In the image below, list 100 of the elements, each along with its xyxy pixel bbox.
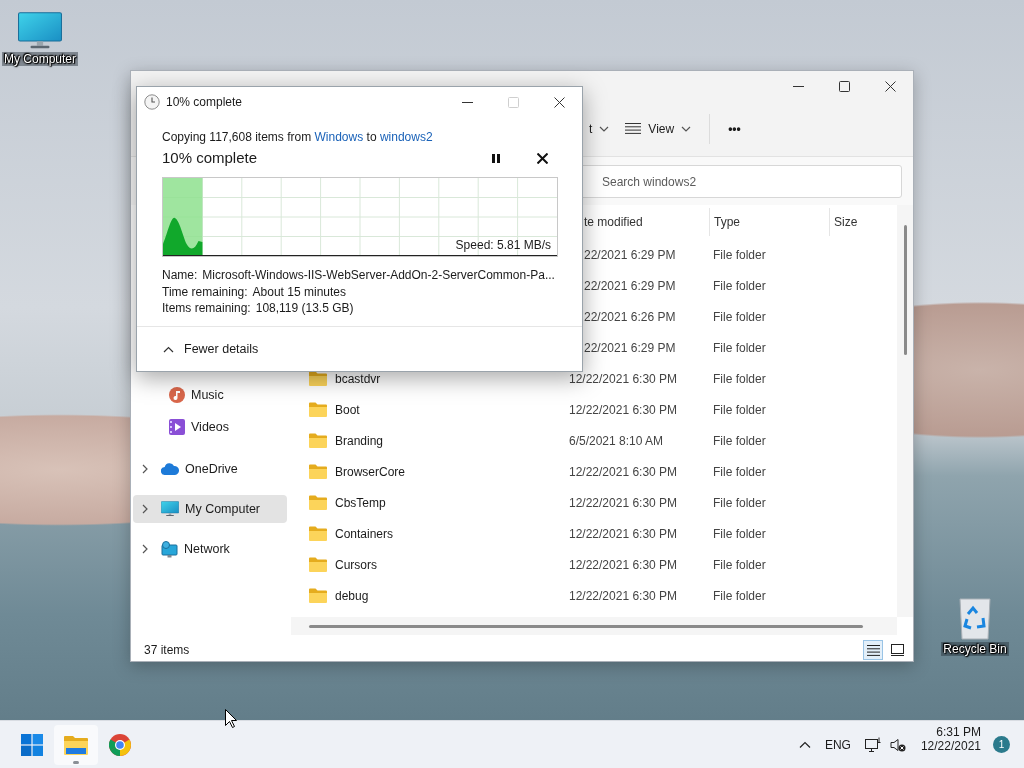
folder-icon xyxy=(309,495,327,510)
date-modified: 22/2021 6:26 PM xyxy=(583,309,677,324)
sidebar-item[interactable]: My Computer xyxy=(133,495,287,523)
file-type: File folder xyxy=(712,588,767,603)
file-type: File folder xyxy=(712,526,767,541)
monitor-icon xyxy=(18,12,62,50)
tile-icon xyxy=(890,644,904,656)
network-icon xyxy=(161,540,178,558)
date-modified: 12/22/2021 6:30 PM xyxy=(569,557,679,572)
desktop-icon-label[interactable]: Recycle Bin xyxy=(941,642,1009,656)
windows-logo-icon xyxy=(21,733,43,756)
date-modified: 12/22/2021 6:30 PM xyxy=(569,588,679,603)
sidebar-item[interactable]: OneDrive xyxy=(133,455,287,483)
language-indicator[interactable]: ENG xyxy=(817,724,858,765)
folder-icon xyxy=(309,464,327,479)
expand-chevron-icon[interactable] xyxy=(141,544,149,554)
detail-label: Items remaining: xyxy=(162,300,251,317)
clock-date: 12/22/2021 xyxy=(920,738,981,753)
folder-icon xyxy=(309,371,327,386)
source-folder-link[interactable]: Windows xyxy=(314,130,364,144)
pause-icon xyxy=(492,153,500,163)
date-modified: 22/2021 6:29 PM xyxy=(583,278,677,293)
date-modified: 12/22/2021 6:30 PM xyxy=(569,526,679,541)
folder-icon xyxy=(309,402,327,417)
date-modified: 22/2021 6:29 PM xyxy=(583,340,677,355)
date-modified: 12/22/2021 6:30 PM xyxy=(569,402,679,417)
caret-icon[interactable] xyxy=(599,124,610,133)
folder-icon xyxy=(309,588,327,603)
file-name: Cursors xyxy=(335,557,377,572)
desktop-icon-label[interactable]: My Computer xyxy=(2,52,78,66)
close-icon xyxy=(884,80,896,92)
folder-icon xyxy=(309,433,327,448)
lines-icon xyxy=(866,644,880,656)
expand-chevron-icon[interactable] xyxy=(141,504,149,514)
file-name: Containers xyxy=(335,526,394,541)
date-modified: 22/2021 6:29 PM xyxy=(583,247,677,262)
clock[interactable]: 6:31 PM 12/22/2021 xyxy=(912,724,989,765)
sidebar-item[interactable]: Music xyxy=(133,379,287,411)
music-icon xyxy=(169,387,185,403)
maximize-icon xyxy=(838,80,850,92)
speed-sparkline xyxy=(163,217,203,255)
more-options-button[interactable]: ••• xyxy=(720,112,749,145)
expand-chevron-icon[interactable] xyxy=(141,464,149,474)
file-name: Boot xyxy=(335,402,360,417)
caret-up-icon xyxy=(163,345,174,353)
file-name: debug xyxy=(335,588,369,603)
date-modified: 12/22/2021 6:30 PM xyxy=(569,464,679,479)
file-type: File folder xyxy=(712,340,767,355)
clock-time: 6:31 PM xyxy=(936,724,981,739)
file-type: File folder xyxy=(712,557,767,572)
folder-icon xyxy=(64,734,88,755)
fewer-details-button[interactable]: Fewer details xyxy=(163,342,259,356)
file-name: bcastdvr xyxy=(335,371,381,386)
column-header[interactable]: Type xyxy=(709,208,829,236)
detail-value: About 15 minutes xyxy=(252,283,346,300)
file-name: Branding xyxy=(335,433,384,448)
monitor-icon xyxy=(161,501,179,517)
file-type: File folder xyxy=(712,433,767,448)
minimize-icon xyxy=(461,101,473,103)
details-view-button[interactable] xyxy=(863,640,883,660)
date-modified: 12/22/2021 6:30 PM xyxy=(569,371,679,386)
file-type: File folder xyxy=(712,309,767,324)
file-type: File folder xyxy=(712,464,767,479)
minimize-icon xyxy=(792,85,804,87)
dialog-title: 10% complete xyxy=(166,95,243,109)
maximize-icon xyxy=(507,96,519,108)
chevron-up-icon xyxy=(798,741,811,748)
detail-label: Time remaining: xyxy=(162,283,248,300)
folder-icon xyxy=(309,526,327,541)
caret-icon[interactable] xyxy=(681,124,692,133)
item-count: 37 items xyxy=(144,643,190,657)
vertical-scrollbar[interactable] xyxy=(897,205,913,617)
folder-icon xyxy=(309,557,327,572)
detail-value: 108,119 (13.5 GB) xyxy=(255,300,354,317)
detail-label: Name: xyxy=(162,267,198,284)
destination-folder-link[interactable]: windows2 xyxy=(379,130,433,144)
file-name: BrowserCore xyxy=(335,464,406,479)
date-modified: 12/22/2021 6:30 PM xyxy=(569,495,679,510)
browser-icon xyxy=(109,733,131,756)
file-type: File folder xyxy=(712,247,767,262)
file-type: File folder xyxy=(712,278,767,293)
sidebar-item[interactable]: Network xyxy=(133,535,287,563)
notification-badge[interactable]: 1 xyxy=(993,736,1010,753)
view-button[interactable]: View xyxy=(617,112,700,145)
close-icon xyxy=(553,96,565,108)
file-explorer-button[interactable] xyxy=(54,724,98,765)
detail-value: Microsoft-Windows-IIS-WebServer-AddOn-2-ServerCommon-Pa... xyxy=(202,267,555,284)
copy-status-text: Copying 117,608 items from Windows to windows2 xyxy=(162,130,434,144)
muted-speaker-icon xyxy=(889,737,906,752)
file-name: CbsTemp xyxy=(335,495,386,510)
lines-icon xyxy=(625,123,642,134)
horizontal-scrollbar[interactable] xyxy=(291,617,897,635)
file-type: File folder xyxy=(712,371,767,386)
recycle-bin-icon xyxy=(957,598,993,640)
mouse-pointer-icon xyxy=(225,709,237,728)
file-type: File folder xyxy=(712,495,767,510)
date-modified: 6/5/2021 8:10 AM xyxy=(569,433,665,448)
video-icon xyxy=(169,419,185,435)
sidebar-item[interactable]: Videos xyxy=(133,411,287,443)
cancel-icon xyxy=(536,152,548,164)
